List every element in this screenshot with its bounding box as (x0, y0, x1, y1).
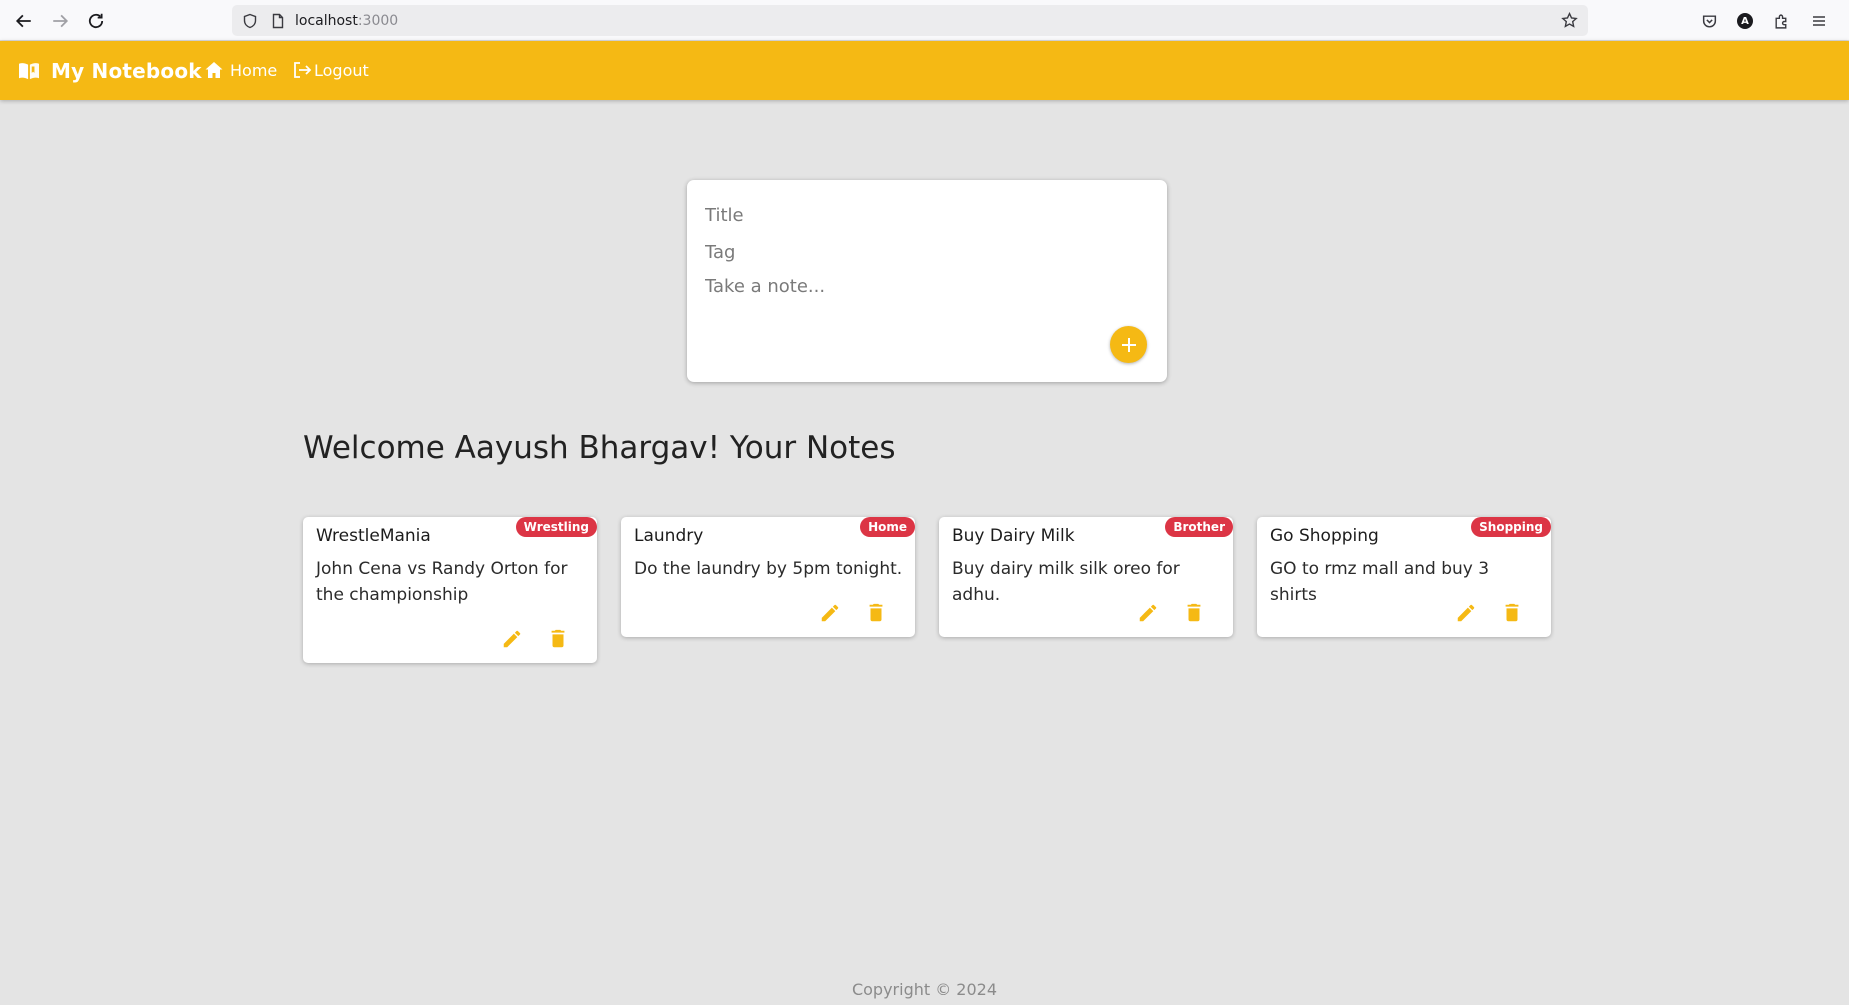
account-avatar[interactable]: A (1735, 11, 1755, 31)
brand-title: My Notebook (51, 59, 202, 83)
nav-home-label: Home (230, 60, 278, 80)
note-actions (819, 602, 887, 624)
pocket-icon[interactable] (1699, 11, 1719, 31)
note-actions (501, 628, 569, 650)
note-tag-badge: Wrestling (515, 517, 597, 537)
url-text[interactable]: localhost:3000 (295, 13, 398, 29)
nav-logout-link[interactable]: Logout (292, 60, 369, 80)
brand[interactable]: My Notebook (18, 57, 202, 85)
note-content-input[interactable] (705, 276, 1145, 336)
home-icon (205, 62, 223, 78)
shield-icon[interactable] (242, 13, 258, 29)
note-body: GO to rmz mall and buy 3 shirts (1270, 559, 1490, 605)
book-icon (19, 63, 39, 80)
note-actions (1455, 602, 1523, 624)
plus-icon (1121, 337, 1136, 352)
trash-icon (869, 603, 883, 622)
note-title: Laundry (634, 526, 704, 546)
welcome-heading: Welcome Aayush Bhargav! Your Notes (303, 430, 896, 466)
edit-note-button[interactable] (1455, 602, 1477, 624)
note-body: John Cena vs Randy Orton for the champio… (316, 559, 568, 605)
forward-button[interactable] (45, 8, 75, 34)
nav-home-link[interactable]: Home (204, 60, 277, 80)
page-icon (270, 13, 286, 29)
note-title: Buy Dairy Milk (952, 526, 1075, 546)
note-card: Brother Buy Dairy Milk Buy dairy milk si… (939, 517, 1233, 637)
app-navbar: My Notebook Home Logout (0, 41, 1849, 100)
delete-note-button[interactable] (865, 602, 887, 624)
footer-copyright: Copyright © 2024 (851, 980, 998, 999)
note-tag-badge: Home (860, 517, 915, 537)
trash-icon (551, 629, 565, 648)
delete-note-button[interactable] (1501, 602, 1523, 624)
note-title: Go Shopping (1270, 526, 1379, 546)
address-bar[interactable]: localhost:3000 (232, 5, 1588, 36)
note-title-input[interactable] (705, 202, 1145, 228)
edit-note-button[interactable] (501, 628, 523, 650)
note-title: WrestleMania (316, 526, 431, 546)
note-tag-input[interactable] (705, 239, 1145, 265)
extensions-icon[interactable] (1771, 11, 1791, 31)
pencil-icon (821, 604, 839, 622)
note-tag-badge: Shopping (1471, 517, 1551, 537)
pencil-icon (503, 630, 521, 648)
note-card: Wrestling WrestleMania John Cena vs Rand… (303, 517, 597, 663)
logout-icon (294, 62, 312, 78)
note-card: Home Laundry Do the laundry by 5pm tonig… (621, 517, 915, 637)
bookmark-star-icon[interactable] (1561, 11, 1578, 29)
add-note-button[interactable] (1110, 326, 1147, 363)
trash-icon (1505, 603, 1519, 622)
note-tag-badge: Brother (1165, 517, 1233, 537)
edit-note-button[interactable] (819, 602, 841, 624)
note-actions (1137, 602, 1205, 624)
note-body: Buy dairy milk silk oreo for adhu. (952, 559, 1180, 605)
create-note-form (687, 180, 1167, 382)
note-body: Do the laundry by 5pm tonight. (634, 559, 903, 579)
pencil-icon (1457, 604, 1475, 622)
edit-note-button[interactable] (1137, 602, 1159, 624)
reload-button[interactable] (81, 8, 111, 34)
pencil-icon (1139, 604, 1157, 622)
back-button[interactable] (9, 8, 39, 34)
note-card: Shopping Go Shopping GO to rmz mall and … (1257, 517, 1551, 637)
menu-icon[interactable] (1809, 11, 1829, 31)
delete-note-button[interactable] (547, 628, 569, 650)
delete-note-button[interactable] (1183, 602, 1205, 624)
browser-toolbar: localhost:3000 A (0, 0, 1849, 41)
nav-logout-label: Logout (314, 60, 369, 80)
trash-icon (1187, 603, 1201, 622)
